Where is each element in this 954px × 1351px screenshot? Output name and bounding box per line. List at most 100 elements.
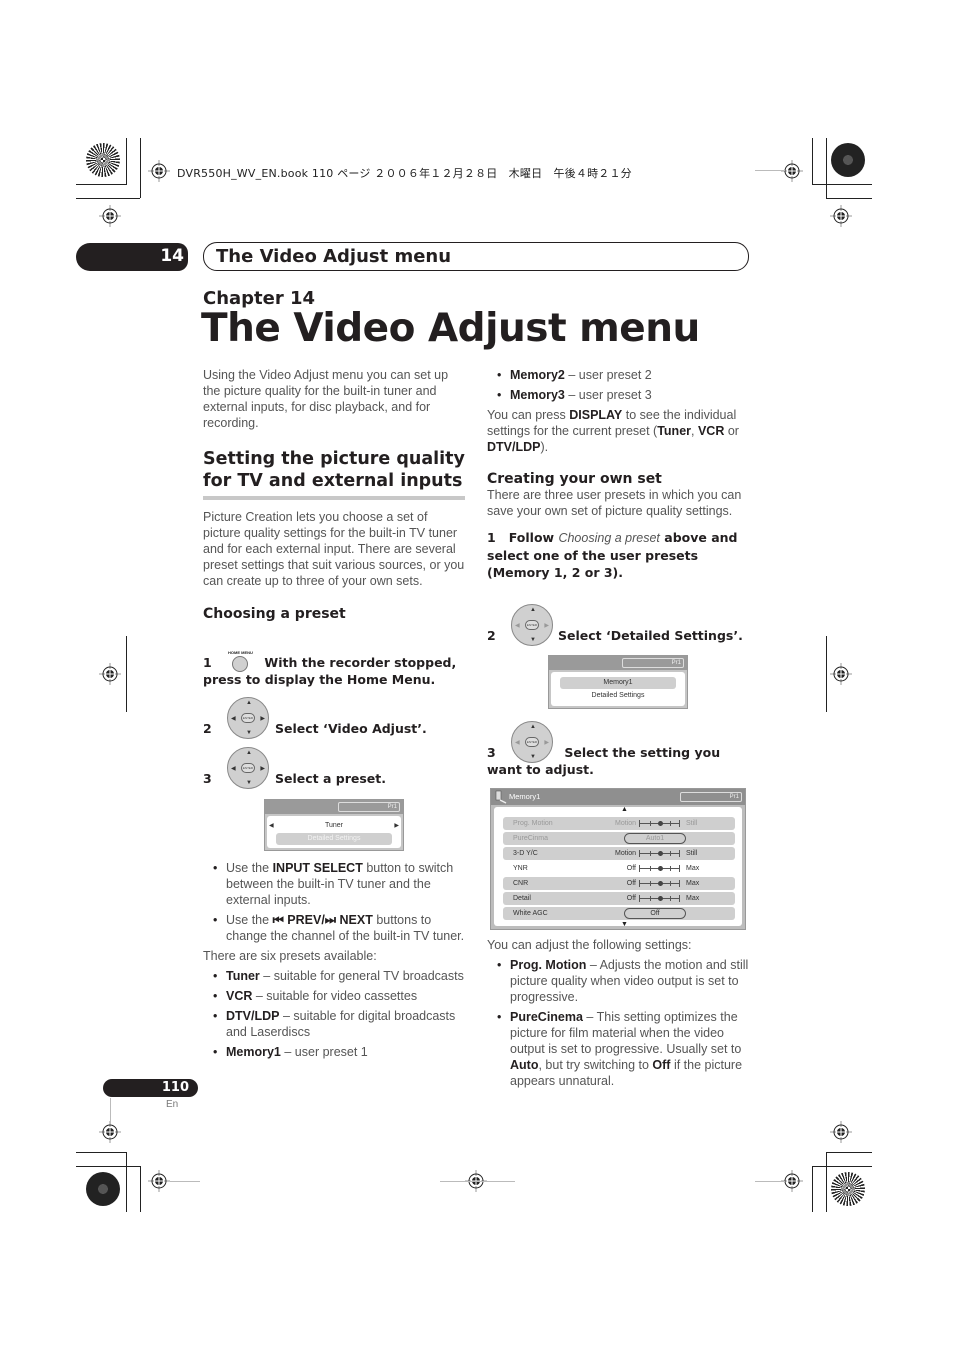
settings-row[interactable]: PureCinma Auto1 xyxy=(503,832,735,845)
color-starburst-mark-icon xyxy=(86,143,120,177)
setting-name: White AGC xyxy=(513,910,548,917)
setting-slider[interactable] xyxy=(639,895,680,902)
osd-memory-screen: Pr1 Memory1 Detailed Settings xyxy=(548,655,688,709)
arrow-left-icon: ◀ xyxy=(269,823,274,829)
setting-slider[interactable] xyxy=(639,820,680,827)
color-starburst-mark-icon xyxy=(831,1172,865,1206)
setting-name: 3-D Y/C xyxy=(513,850,538,857)
slider-min-label: Off xyxy=(626,880,636,887)
color-starburst-mark-icon xyxy=(86,1172,120,1206)
slider-min-label: Motion xyxy=(614,820,636,827)
slider-knob[interactable] xyxy=(657,866,663,871)
settings-row[interactable]: White AGC Off xyxy=(503,907,735,920)
settings-row[interactable]: Prog. Motion Motion Still xyxy=(503,817,735,830)
create-step-3: ▲ ▼ ◀ ▶ ENTER 3 Select the setting you wan… xyxy=(487,721,749,781)
osd-settings-screen: Memory1 Pr1 ▲ Prog. Motion Motion Still Pur… xyxy=(490,788,746,930)
registration-mark-icon xyxy=(99,663,121,685)
dpad-icon: ▲ ▼ ◀ ▶ ENTER xyxy=(227,747,269,789)
registration-mark-icon xyxy=(148,160,170,182)
chapter-tab: 14 xyxy=(76,243,188,271)
step-2: ▲ ▼ ◀ ▶ ENTER 2 Select ‘Video Adjust’. xyxy=(203,697,465,741)
language-code: En xyxy=(166,1099,179,1110)
left-column: Using the Video Adjust menu you can set … xyxy=(203,367,465,622)
setting-slider[interactable] xyxy=(639,880,680,887)
settings-row[interactable]: YNR Off Max xyxy=(503,862,735,875)
preset-item: Tuner – suitable for general TV broadcas… xyxy=(203,968,465,984)
osd-option: Detailed Settings xyxy=(560,690,676,702)
settings-row[interactable]: Detail Off Max xyxy=(503,892,735,905)
setting-name: Detail xyxy=(513,895,531,902)
slider-knob[interactable] xyxy=(657,851,663,856)
running-header-title: The Video Adjust menu xyxy=(216,246,452,267)
registration-mark-icon xyxy=(830,663,852,685)
slider-max-label: Max xyxy=(686,880,700,887)
slider-min-label: Off xyxy=(626,895,636,902)
subheading-choosing-preset: Choosing a preset xyxy=(203,606,346,622)
section-heading: Setting the picture quality for TV and e… xyxy=(203,449,465,491)
slider-knob[interactable] xyxy=(657,881,663,886)
scroll-up-icon[interactable]: ▲ xyxy=(621,806,628,813)
registration-mark-icon xyxy=(781,160,803,182)
setting-value-pill[interactable]: Auto1 xyxy=(624,833,686,844)
preset-item: DTV/LDP – suitable for digital broadcast… xyxy=(203,1008,465,1040)
step-number: 3 xyxy=(203,771,212,786)
note-item: Use the INPUT SELECT button to switch be… xyxy=(203,860,465,908)
step-text: With the recorder stopped, press to disp… xyxy=(203,655,457,687)
slider-min-label: Motion xyxy=(614,850,636,857)
note-item: Use the ⏮ PREV/⏭ NEXT buttons to change … xyxy=(203,912,465,944)
osd-option: Detailed Settings xyxy=(276,833,392,845)
page-title: The Video Adjust menu xyxy=(201,306,700,351)
creating-set-body: There are three user presets in which yo… xyxy=(487,488,742,518)
preset-item: Memory1 – user preset 1 xyxy=(203,1044,465,1060)
step-number: 3 xyxy=(487,745,496,760)
step-text: Select a preset. xyxy=(275,771,386,786)
registration-mark-icon xyxy=(148,1170,170,1192)
create-step-2: ▲ ▼ ◀ ▶ ENTER 2 Select ‘Detailed Settings’… xyxy=(487,604,749,648)
dpad-icon: ▲ ▼ ◀ ▶ ENTER xyxy=(227,697,269,739)
dpad-icon: ▲ ▼ ◀ ▶ ENTER xyxy=(511,604,553,646)
slider-knob[interactable] xyxy=(657,821,663,826)
color-starburst-mark-icon xyxy=(831,143,865,177)
step-number: 2 xyxy=(203,721,212,736)
step-text: Select ‘Detailed Settings’. xyxy=(558,628,743,643)
create-step-1: 1 Follow Choosing a preset above and sel… xyxy=(487,530,738,580)
registration-mark-icon xyxy=(99,205,121,227)
setting-name: YNR xyxy=(513,865,528,872)
preset-item: VCR – suitable for video cassettes xyxy=(203,988,465,1004)
running-header: The Video Adjust menu xyxy=(203,242,749,271)
subheading-creating-set: Creating your own set xyxy=(487,471,662,487)
display-note: You can press DISPLAY to see the individ… xyxy=(487,408,739,454)
step-text: Select ‘Video Adjust’. xyxy=(275,721,427,736)
osd-program: Pr1 xyxy=(622,658,684,668)
slider-knob[interactable] xyxy=(657,896,663,901)
step-3: ▲ ▼ ◀ ▶ ENTER 3 Select a preset. xyxy=(203,747,465,791)
left-notes: Use the INPUT SELECT button to switch be… xyxy=(203,860,465,1060)
arrow-right-icon: ▶ xyxy=(394,823,399,829)
settings-row[interactable]: 3-D Y/C Motion Still xyxy=(503,847,735,860)
osd-program: Pr1 xyxy=(338,802,400,812)
slider-min-label: Off xyxy=(626,865,636,872)
section-rule xyxy=(203,496,465,500)
adjust-item: PureCinema – This setting optimizes the … xyxy=(487,1009,749,1089)
setting-slider[interactable] xyxy=(639,850,680,857)
osd-program: Pr1 xyxy=(680,792,742,802)
enter-button-icon: ENTER xyxy=(241,763,255,773)
right-column: Memory2 – user preset 2 Memory3 – user p… xyxy=(487,367,749,581)
step-text: Select the setting you want to adjust. xyxy=(487,745,721,777)
settings-row[interactable]: CNR Off Max xyxy=(503,877,735,890)
preset-item: Memory3 – user preset 3 xyxy=(487,387,749,403)
scroll-down-icon[interactable]: ▼ xyxy=(621,921,628,928)
slider-max-label: Max xyxy=(686,865,700,872)
setting-name: PureCinma xyxy=(513,835,549,842)
setting-value-pill[interactable]: Off xyxy=(624,908,686,919)
page-number: 110 xyxy=(161,1080,189,1095)
chapter-number: 14 xyxy=(160,246,184,266)
slider-max-label: Still xyxy=(686,820,698,827)
print-header: DVR550H_WV_EN.book 110 ページ ２００６年１２月２８日 木… xyxy=(177,167,632,180)
registration-mark-icon xyxy=(99,1121,121,1143)
adjust-section: You can adjust the following settings: P… xyxy=(487,937,749,1089)
setting-slider[interactable] xyxy=(639,865,680,872)
step-number: 2 xyxy=(487,628,496,643)
setting-name: Prog. Motion xyxy=(513,820,553,827)
video-adjust-icon xyxy=(495,790,507,804)
